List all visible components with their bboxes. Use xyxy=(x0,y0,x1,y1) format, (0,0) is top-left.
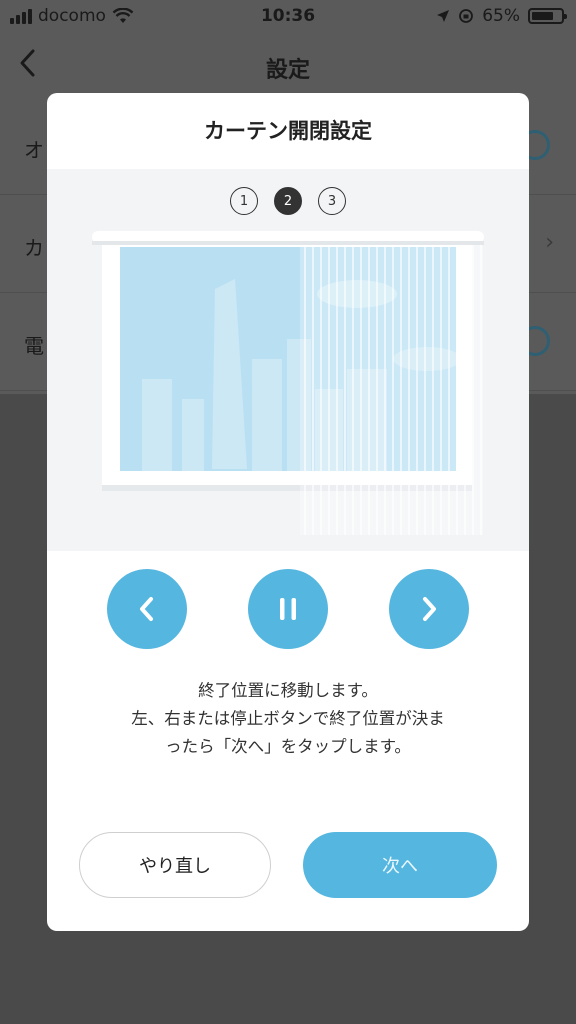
settings-row-label: カ xyxy=(24,236,44,260)
pause-icon xyxy=(280,598,296,620)
orientation-lock-icon xyxy=(459,9,474,23)
nav-bar: 設定 xyxy=(0,34,576,98)
chevron-left-icon xyxy=(140,597,153,621)
stop-button[interactable] xyxy=(248,569,328,649)
settings-row-label: 電 xyxy=(24,334,44,358)
battery-percent: 65% xyxy=(482,6,520,26)
step-3: 3 xyxy=(318,187,346,215)
curtain-controls xyxy=(47,569,529,649)
instruction-text: 終了位置に移動します。 左、右または停止ボタンで終了位置が決ま ったら「次へ」を… xyxy=(77,677,499,761)
instruction-line: 終了位置に移動します。 xyxy=(198,681,378,700)
next-button[interactable]: 次へ xyxy=(303,832,497,898)
settings-row-label: オ xyxy=(24,138,44,162)
move-right-button[interactable] xyxy=(389,569,469,649)
curtain-illustration: 1 2 3 xyxy=(47,169,529,551)
step-1: 1 xyxy=(230,187,258,215)
chevron-right-icon xyxy=(423,597,436,621)
instruction-line: 左、右または停止ボタンで終了位置が決ま xyxy=(131,709,445,728)
retry-button[interactable]: やり直し xyxy=(79,832,271,898)
page-title: 設定 xyxy=(265,58,310,83)
battery-icon xyxy=(528,8,567,24)
chevron-right-icon: › xyxy=(545,230,554,255)
location-arrow-icon xyxy=(437,10,450,22)
curtain-setup-dialog: カーテン開閉設定 1 2 3 終了位置に移動します。 左、右または停止ボタンで終… xyxy=(47,93,529,931)
move-left-button[interactable] xyxy=(107,569,187,649)
window-curtain-image xyxy=(92,231,484,535)
step-indicator: 1 2 3 xyxy=(47,187,529,215)
dialog-title: カーテン開閉設定 xyxy=(204,119,372,143)
status-bar: docomo 10:36 65% xyxy=(0,0,576,34)
instruction-line: ったら「次へ」をタップします。 xyxy=(165,737,411,756)
step-2-active: 2 xyxy=(274,187,302,215)
